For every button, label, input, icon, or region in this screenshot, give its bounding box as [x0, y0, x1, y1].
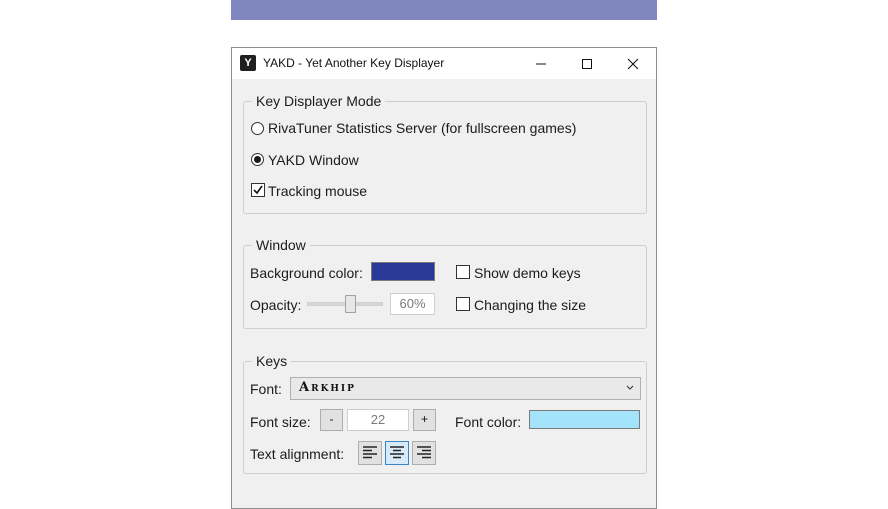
font-select[interactable]: Arkhip	[290, 377, 641, 400]
keys-group: Keys Font: Arkhip Font size: - 22 + Font…	[243, 353, 647, 474]
checkmark-icon	[253, 185, 263, 195]
show-demo-keys-label[interactable]: Show demo keys	[474, 265, 581, 281]
title-bar[interactable]: Y YAKD - Yet Another Key Displayer	[232, 48, 656, 79]
chevron-down-icon	[626, 385, 634, 390]
app-icon: Y	[240, 55, 256, 71]
opacity-label: Opacity:	[250, 297, 302, 313]
font-color-swatch[interactable]	[529, 410, 640, 429]
maximize-button[interactable]	[564, 48, 610, 79]
group-legend: Window	[252, 237, 310, 253]
font-size-increase-button[interactable]: +	[413, 409, 436, 431]
close-button[interactable]	[610, 48, 656, 79]
text-alignment-label: Text alignment:	[250, 446, 345, 462]
tracking-mouse-label[interactable]: Tracking mouse	[268, 183, 367, 199]
minimize-icon	[536, 63, 546, 65]
opacity-value: 60%	[390, 293, 435, 315]
yakd-window-radio[interactable]	[251, 153, 264, 166]
rivatuner-radio[interactable]	[251, 122, 264, 135]
background-color-label: Background color:	[250, 265, 363, 281]
tracking-mouse-checkbox[interactable]	[251, 183, 265, 197]
window-settings-group: Window Background color: Show demo keys …	[243, 237, 647, 329]
group-legend: Key Displayer Mode	[252, 93, 386, 109]
demo-key-display-bar	[231, 0, 657, 20]
align-right-button[interactable]	[412, 441, 436, 465]
opacity-slider-thumb[interactable]	[344, 295, 356, 313]
font-select-value: Arkhip	[299, 380, 356, 395]
minimize-button[interactable]	[518, 48, 564, 79]
align-left-icon	[363, 446, 377, 459]
maximize-icon	[582, 59, 592, 69]
font-size-label: Font size:	[250, 414, 311, 430]
changing-size-label[interactable]: Changing the size	[474, 297, 586, 313]
align-left-button[interactable]	[358, 441, 382, 465]
font-label: Font:	[250, 381, 282, 397]
window-title: YAKD - Yet Another Key Displayer	[263, 56, 445, 70]
changing-size-checkbox[interactable]	[456, 297, 470, 311]
group-legend: Keys	[252, 353, 292, 369]
key-displayer-mode-group: Key Displayer Mode RivaTuner Statistics …	[243, 93, 647, 214]
align-center-button[interactable]	[385, 441, 409, 465]
rivatuner-label[interactable]: RivaTuner Statistics Server (for fullscr…	[268, 120, 576, 136]
yakd-window: Y YAKD - Yet Another Key Displayer Key D…	[231, 47, 657, 509]
font-size-value[interactable]: 22	[347, 409, 409, 431]
background-color-swatch[interactable]	[371, 262, 435, 281]
close-icon	[627, 58, 639, 70]
align-right-icon	[417, 446, 431, 459]
align-center-icon	[390, 446, 404, 459]
yakd-window-label[interactable]: YAKD Window	[268, 152, 359, 168]
font-color-label: Font color:	[455, 414, 522, 430]
show-demo-keys-checkbox[interactable]	[456, 265, 470, 279]
font-size-decrease-button[interactable]: -	[320, 409, 343, 431]
